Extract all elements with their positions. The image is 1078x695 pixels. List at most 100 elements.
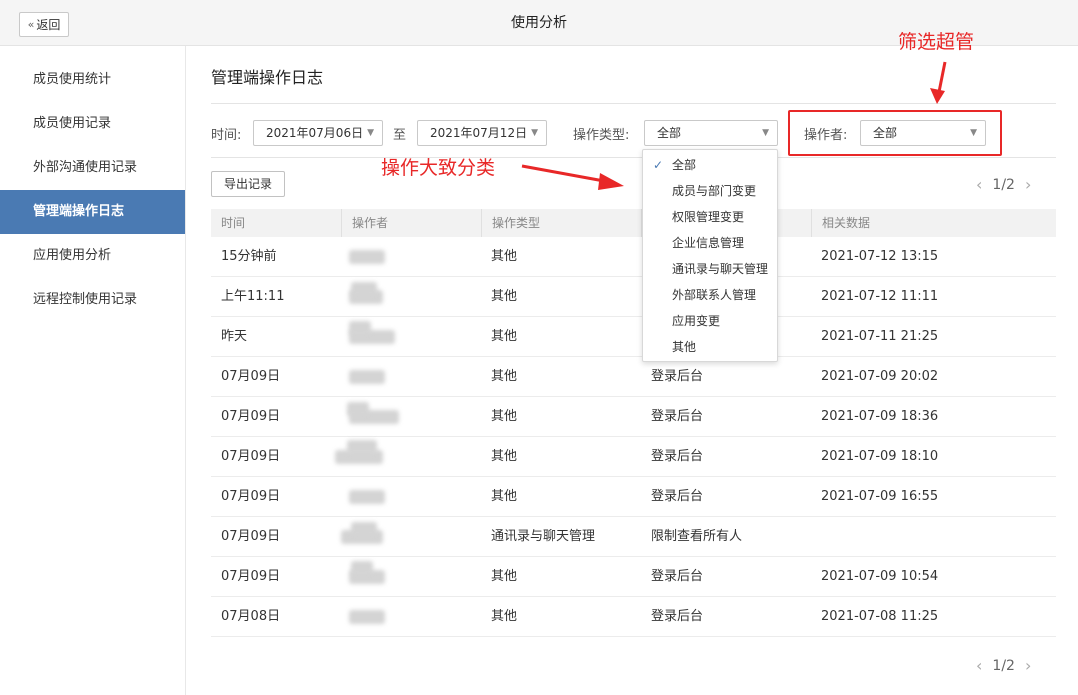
cell-op-type: 其他: [491, 609, 518, 624]
operator-filter-highlight: [788, 110, 1002, 156]
column-header-operator: 操作者: [341, 209, 481, 237]
pager-top: ‹ 1/2 ›: [976, 175, 1031, 194]
column-header-op-type: 操作类型: [481, 209, 641, 237]
pager-bottom: ‹ 1/2 ›: [976, 656, 1031, 675]
cell-op-type: 其他: [491, 249, 518, 264]
table-row: 07月09日 通讯录与聊天管理 限制查看所有人: [211, 517, 1056, 557]
dropdown-option-app-change[interactable]: 应用变更: [643, 308, 777, 334]
column-header-time: 时间: [221, 216, 246, 230]
export-records-button[interactable]: 导出记录: [211, 171, 285, 197]
cell-time: 07月09日: [221, 409, 281, 424]
cell-related-data: 2021-07-09 10:54: [821, 569, 939, 584]
redacted-operator: [349, 370, 385, 384]
redacted-operator: [349, 250, 385, 264]
table-row: 07月09日 其他 登录后台 2021-07-09 10:54: [211, 557, 1056, 597]
dropdown-option-external-contacts[interactable]: 外部联系人管理: [643, 282, 777, 308]
cell-time: 07月08日: [221, 609, 281, 624]
cell-action: 限制查看所有人: [651, 529, 743, 544]
table-row: 07月09日 其他 登录后台 2021-07-09 20:02: [211, 357, 1056, 397]
table-row: 15分钟前 其他 2021-07-12 13:15: [211, 237, 1056, 277]
cell-action: 登录后台: [651, 449, 704, 464]
caret-down-icon: ▼: [531, 128, 538, 138]
cell-op-type: 其他: [491, 289, 518, 304]
chevron-right-icon[interactable]: ›: [1025, 656, 1031, 675]
divider: [211, 103, 1056, 104]
chevron-left-icon[interactable]: ‹: [976, 656, 982, 675]
page-title: 管理端操作日志: [211, 68, 324, 87]
sidebar: 成员使用统计 成员使用记录 外部沟通使用记录 管理端操作日志 应用使用分析 远程…: [0, 46, 186, 695]
cell-action: 登录后台: [651, 609, 704, 624]
dropdown-option-permission[interactable]: 权限管理变更: [643, 204, 777, 230]
cell-time: 07月09日: [221, 489, 281, 504]
cell-op-type: 其他: [491, 369, 518, 384]
annotation-arrow-down: [930, 61, 947, 104]
cell-related-data: [811, 517, 821, 557]
redacted-operator: [351, 282, 377, 296]
caret-down-icon: ▼: [762, 128, 769, 138]
sidebar-item-admin-log[interactable]: 管理端操作日志: [0, 190, 185, 234]
sidebar-item-external-records[interactable]: 外部沟通使用记录: [0, 146, 185, 190]
end-date-value: 2021年07月12日: [430, 126, 528, 140]
cell-op-type: 其他: [491, 409, 518, 424]
checkmark-icon: ✓: [653, 158, 664, 172]
dropdown-option-contacts-chat[interactable]: 通讯录与聊天管理: [643, 256, 777, 282]
op-type-label: 操作类型:: [573, 128, 630, 143]
table-row: 昨天 其他 2021-07-11 21:25: [211, 317, 1056, 357]
cell-time: 07月09日: [221, 569, 281, 584]
to-label: 至: [393, 128, 407, 143]
start-date-select[interactable]: 2021年07月06日 ▼: [253, 120, 383, 146]
chevron-right-icon[interactable]: ›: [1025, 175, 1031, 194]
table-row: 07月09日 其他 登录后台 2021-07-09 18:10: [211, 437, 1056, 477]
op-type-value: 全部: [657, 126, 682, 140]
annotation-op-type: 操作大致分类: [381, 157, 496, 179]
dropdown-option-member-dept[interactable]: 成员与部门变更: [643, 178, 777, 204]
cell-related-data: 2021-07-12 11:11: [821, 289, 939, 304]
redacted-operator: [351, 522, 377, 536]
end-date-select[interactable]: 2021年07月12日 ▼: [417, 120, 547, 146]
chevron-left-icon[interactable]: ‹: [976, 175, 982, 194]
cell-time: 07月09日: [221, 369, 281, 384]
redacted-operator: [347, 440, 377, 454]
table-row: 07月08日 其他 登录后台 2021-07-08 11:25: [211, 597, 1056, 637]
dropdown-option-company-info[interactable]: 企业信息管理: [643, 230, 777, 256]
page-indicator: 1/2: [992, 176, 1015, 193]
annotation-arrow-right: [521, 164, 624, 190]
table-row: 上午11:11 其他 2021-07-12 11:11: [211, 277, 1056, 317]
cell-op-type: 其他: [491, 489, 518, 504]
caret-down-icon: ▼: [367, 128, 374, 138]
op-type-select[interactable]: 全部 ▼: [644, 120, 778, 146]
sidebar-item-member-stats[interactable]: 成员使用统计: [0, 58, 185, 102]
sidebar-item-remote-control[interactable]: 远程控制使用记录: [0, 278, 185, 322]
sidebar-item-member-records[interactable]: 成员使用记录: [0, 102, 185, 146]
cell-time: 上午11:11: [221, 289, 285, 304]
sidebar-item-app-analysis[interactable]: 应用使用分析: [0, 234, 185, 278]
cell-action: 登录后台: [651, 409, 704, 424]
cell-related-data: 2021-07-09 20:02: [821, 369, 939, 384]
cell-related-data: 2021-07-08 11:25: [821, 609, 939, 624]
table-header: 时间 操作者 操作类型 相关数据: [211, 209, 1056, 237]
dropdown-option-other[interactable]: 其他: [643, 334, 777, 360]
cell-time: 07月09日: [221, 529, 281, 544]
annotation-operator-filter: 筛选超管: [898, 31, 975, 53]
start-date-value: 2021年07月06日: [266, 126, 364, 140]
cell-time: 07月09日: [221, 449, 281, 464]
op-type-dropdown-menu: ✓ 全部 成员与部门变更 权限管理变更 企业信息管理 通讯录与聊天管理 外部联系…: [642, 149, 778, 362]
redacted-operator: [349, 321, 371, 335]
cell-op-type: 其他: [491, 569, 518, 584]
column-header-related-data: 相关数据: [811, 209, 1056, 237]
time-label: 时间:: [211, 128, 242, 143]
cell-action: 登录后台: [651, 569, 704, 584]
cell-related-data: 2021-07-11 21:25: [821, 329, 939, 344]
cell-op-type: 其他: [491, 449, 518, 464]
redacted-operator: [351, 561, 373, 575]
cell-op-type: 其他: [491, 329, 518, 344]
page-indicator: 1/2: [992, 657, 1015, 674]
cell-op-type: 通讯录与聊天管理: [491, 529, 596, 544]
cell-related-data: 2021-07-09 18:10: [821, 449, 939, 464]
redacted-operator: [349, 490, 385, 504]
redacted-operator: [347, 402, 369, 416]
cell-related-data: 2021-07-09 18:36: [821, 409, 939, 424]
cell-time: 15分钟前: [221, 249, 277, 264]
dropdown-option-all[interactable]: ✓ 全部: [643, 152, 777, 178]
table-row: 07月09日 其他 登录后台 2021-07-09 18:36: [211, 397, 1056, 437]
